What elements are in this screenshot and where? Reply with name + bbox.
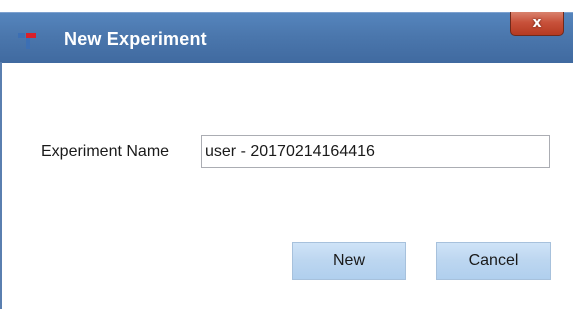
- dialog-title: New Experiment: [64, 29, 207, 49]
- experiment-name-label: Experiment Name: [41, 143, 170, 160]
- experiment-app-icon: [18, 33, 36, 49]
- close-button[interactable]: x: [510, 12, 564, 36]
- cancel-button[interactable]: Cancel: [436, 242, 551, 280]
- window-border: [0, 62, 2, 309]
- new-experiment-dialog: New Experiment x Experiment Name New Can…: [0, 0, 573, 309]
- new-button[interactable]: New: [292, 242, 406, 280]
- title-bar[interactable]: New Experiment x: [0, 12, 573, 63]
- experiment-name-input[interactable]: [201, 135, 550, 168]
- close-icon: x: [532, 15, 542, 31]
